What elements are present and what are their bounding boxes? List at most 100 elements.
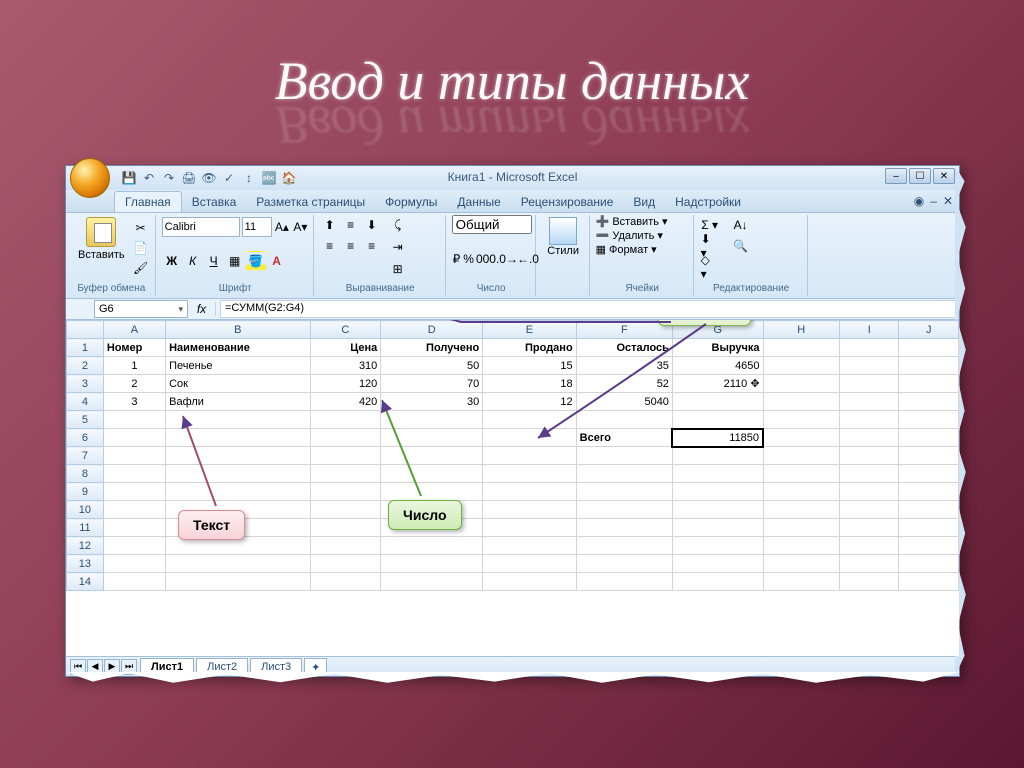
column-header[interactable]: D bbox=[381, 321, 483, 339]
cell[interactable] bbox=[672, 555, 763, 573]
increase-decimal-icon[interactable]: .0→ bbox=[497, 249, 517, 269]
cell[interactable] bbox=[840, 501, 899, 519]
cell[interactable] bbox=[840, 447, 899, 465]
close-button[interactable]: ✕ bbox=[933, 168, 955, 184]
cell[interactable] bbox=[310, 465, 381, 483]
cell[interactable] bbox=[899, 573, 959, 591]
cell[interactable] bbox=[899, 519, 959, 537]
cell[interactable] bbox=[166, 411, 310, 429]
cell[interactable] bbox=[576, 555, 672, 573]
format-cells-button[interactable]: ▦Формат ▾ bbox=[596, 243, 689, 256]
align-center-icon[interactable]: ≡ bbox=[341, 236, 361, 256]
align-right-icon[interactable]: ≡ bbox=[362, 236, 382, 256]
formula-input[interactable]: =СУММ(G2:G4) bbox=[220, 300, 959, 318]
cell[interactable]: 30 bbox=[381, 393, 483, 411]
font-color-button[interactable]: A bbox=[267, 251, 287, 271]
cell[interactable]: 52 bbox=[576, 375, 672, 393]
qat-button[interactable]: 🖨 bbox=[180, 169, 198, 187]
qat-button[interactable]: 🏠 bbox=[280, 169, 298, 187]
cell[interactable]: 4650 bbox=[672, 357, 763, 375]
row-header[interactable]: 1 bbox=[67, 339, 104, 357]
cut-icon[interactable]: ✂ bbox=[131, 219, 151, 237]
select-all-cell[interactable] bbox=[67, 321, 104, 339]
row-header[interactable]: 5 bbox=[67, 411, 104, 429]
cell[interactable] bbox=[166, 483, 310, 501]
cell[interactable]: Наименование bbox=[166, 339, 310, 357]
cell[interactable] bbox=[763, 447, 839, 465]
row-header[interactable]: 3 bbox=[67, 375, 104, 393]
grow-font-icon[interactable]: A▴ bbox=[274, 217, 291, 237]
sort-filter-button[interactable]: A↓ bbox=[726, 215, 756, 235]
cell[interactable] bbox=[381, 483, 483, 501]
cell[interactable] bbox=[103, 519, 165, 537]
qat-button[interactable]: ↶ bbox=[140, 169, 158, 187]
bold-button[interactable]: Ж bbox=[162, 251, 182, 271]
office-button[interactable] bbox=[70, 158, 110, 198]
row-header[interactable]: 7 bbox=[67, 447, 104, 465]
percent-icon[interactable]: % bbox=[462, 249, 475, 269]
cell[interactable]: 35 bbox=[576, 357, 672, 375]
cell[interactable] bbox=[103, 465, 165, 483]
cell[interactable]: Получено bbox=[381, 339, 483, 357]
cell[interactable]: Печенье bbox=[166, 357, 310, 375]
cell[interactable] bbox=[763, 483, 839, 501]
active-cell[interactable]: 11850 bbox=[672, 429, 763, 447]
cell[interactable] bbox=[840, 483, 899, 501]
cell[interactable] bbox=[310, 573, 381, 591]
cell[interactable]: 420 bbox=[310, 393, 381, 411]
cell[interactable] bbox=[381, 447, 483, 465]
align-left-icon[interactable]: ≡ bbox=[320, 236, 340, 256]
cell[interactable] bbox=[310, 519, 381, 537]
align-bottom-icon[interactable]: ⬇ bbox=[362, 215, 382, 235]
qat-button[interactable]: ↷ bbox=[160, 169, 178, 187]
sheet-tab[interactable]: Лист1 bbox=[140, 658, 194, 675]
column-header[interactable]: B bbox=[166, 321, 310, 339]
maximize-button[interactable]: ☐ bbox=[909, 168, 931, 184]
cell[interactable]: 50 bbox=[381, 357, 483, 375]
column-header[interactable]: I bbox=[840, 321, 899, 339]
cell[interactable] bbox=[840, 573, 899, 591]
cell[interactable]: Цена bbox=[310, 339, 381, 357]
ribbon-tab[interactable]: Надстройки bbox=[665, 192, 751, 212]
border-button[interactable]: ▦ bbox=[225, 251, 245, 271]
cell[interactable] bbox=[483, 519, 576, 537]
cell[interactable] bbox=[483, 537, 576, 555]
row-header[interactable]: 12 bbox=[67, 537, 104, 555]
cell[interactable] bbox=[840, 555, 899, 573]
ribbon-close[interactable]: ✕ bbox=[943, 194, 953, 208]
cell[interactable] bbox=[310, 447, 381, 465]
find-button[interactable]: 🔍 bbox=[726, 236, 756, 256]
cell[interactable]: Вафли bbox=[166, 393, 310, 411]
cell[interactable] bbox=[483, 483, 576, 501]
ribbon-tab[interactable]: Разметка страницы bbox=[246, 192, 375, 212]
cell[interactable] bbox=[576, 573, 672, 591]
currency-icon[interactable]: ₽ bbox=[452, 249, 462, 269]
column-header[interactable]: H bbox=[763, 321, 839, 339]
qat-button[interactable]: ✓ bbox=[220, 169, 238, 187]
qat-button[interactable]: 👁 bbox=[200, 169, 218, 187]
row-header[interactable]: 8 bbox=[67, 465, 104, 483]
cell[interactable]: 12 bbox=[483, 393, 576, 411]
row-header[interactable]: 4 bbox=[67, 393, 104, 411]
cell[interactable] bbox=[763, 411, 839, 429]
cell[interactable]: 2110 ✥ bbox=[672, 375, 763, 393]
cell[interactable] bbox=[310, 537, 381, 555]
cell[interactable] bbox=[166, 573, 310, 591]
font-name-select[interactable] bbox=[162, 217, 240, 237]
cell[interactable] bbox=[899, 447, 959, 465]
row-header[interactable]: 2 bbox=[67, 357, 104, 375]
cell[interactable] bbox=[103, 411, 165, 429]
cell[interactable] bbox=[310, 411, 381, 429]
cell[interactable]: 15 bbox=[483, 357, 576, 375]
cell[interactable] bbox=[103, 501, 165, 519]
cell[interactable] bbox=[310, 501, 381, 519]
cell[interactable]: Номер bbox=[103, 339, 165, 357]
cell[interactable] bbox=[381, 573, 483, 591]
cell[interactable] bbox=[381, 465, 483, 483]
comma-icon[interactable]: 000 bbox=[476, 249, 496, 269]
cell[interactable] bbox=[576, 465, 672, 483]
styles-button[interactable]: Стили bbox=[542, 215, 585, 259]
cell[interactable] bbox=[763, 465, 839, 483]
column-header[interactable]: A bbox=[103, 321, 165, 339]
row-header[interactable]: 14 bbox=[67, 573, 104, 591]
